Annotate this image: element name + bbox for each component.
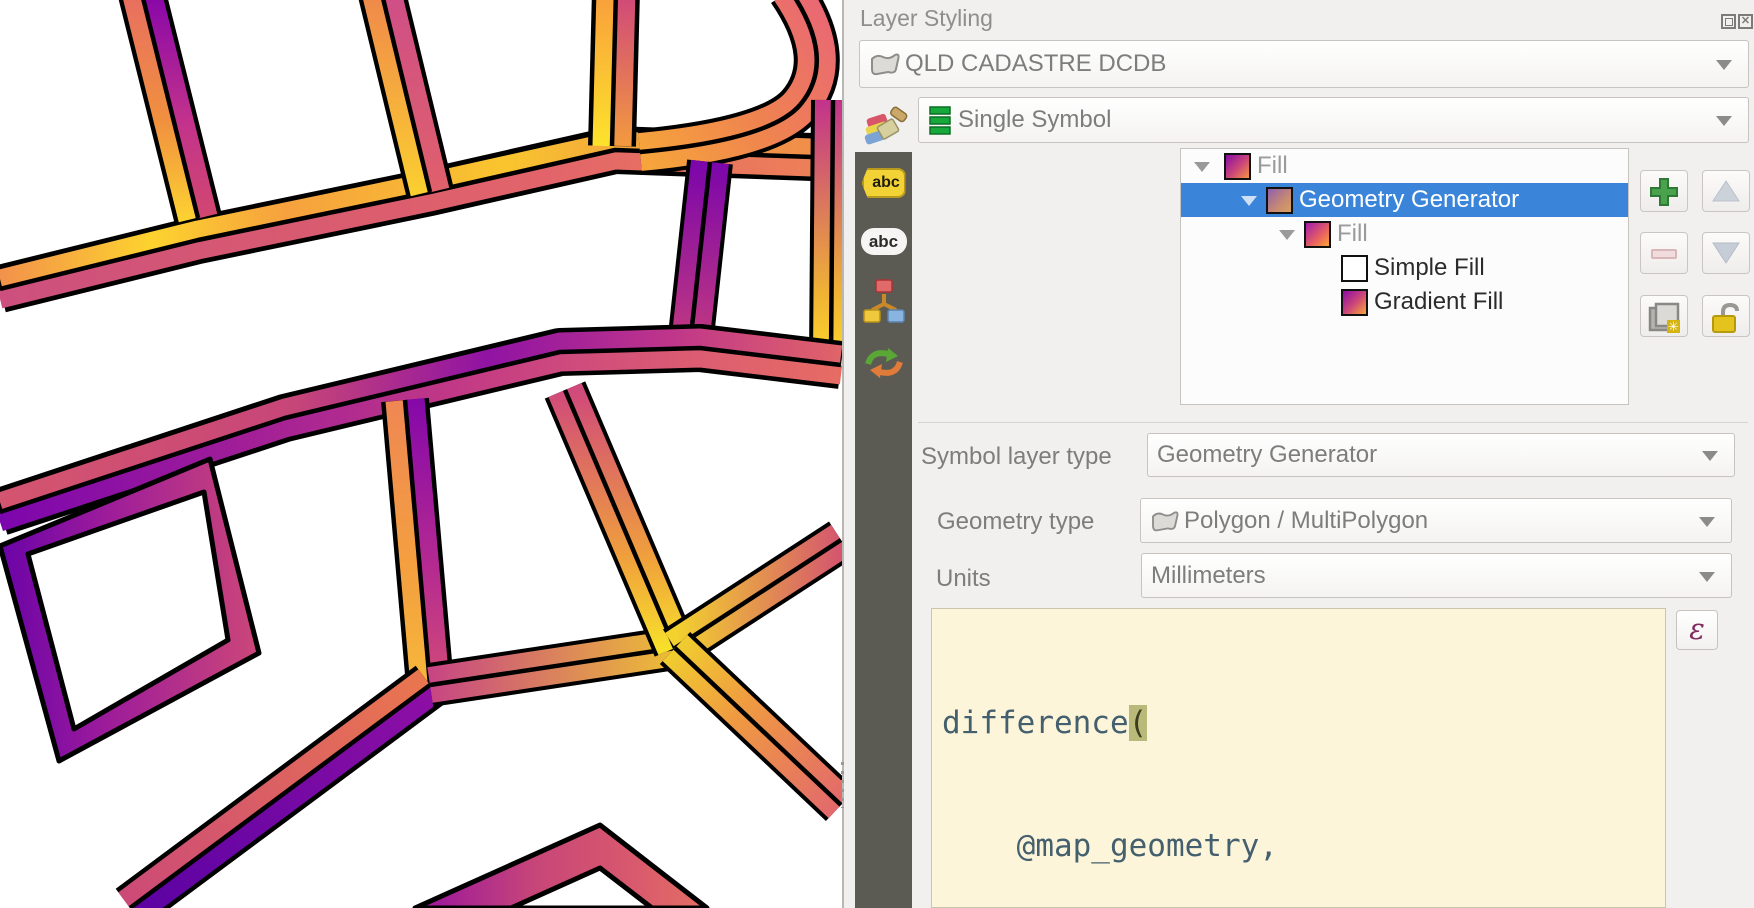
geometry-type-label: Geometry type	[937, 508, 1094, 536]
tab-masks[interactable]: abc	[861, 228, 907, 255]
symbol-layers-tree: Fill Geometry Generator Fill Simple Fill…	[1180, 148, 1629, 405]
tree-row-fill-root[interactable]: Fill	[1181, 149, 1628, 183]
styling-tab-strip: abc abc	[855, 152, 912, 908]
abc-tag-icon: abc	[872, 174, 900, 192]
tree-row-simple-fill[interactable]: Simple Fill	[1181, 251, 1628, 285]
svg-text:✳: ✳	[1668, 320, 1679, 334]
abc-cloud-icon: abc	[869, 232, 898, 252]
brushes-tree-icon	[860, 278, 908, 328]
expression-builder-button[interactable]: ε	[1676, 610, 1718, 650]
tab-history[interactable]	[862, 346, 906, 380]
gradient-fill-preview	[1341, 289, 1368, 316]
chevron-down-icon	[1716, 116, 1732, 126]
map-canvas[interactable]	[0, 0, 842, 908]
add-symbol-layer-button[interactable]	[1640, 170, 1688, 212]
tree-row-gradient-fill[interactable]: Gradient Fill	[1181, 285, 1628, 319]
open-padlock-icon	[1709, 302, 1743, 334]
polygon-geometry-icon	[1150, 509, 1180, 533]
expand-arrow-icon[interactable]	[1279, 230, 1295, 240]
chevron-down-icon	[1699, 572, 1715, 582]
section-divider	[918, 422, 1748, 423]
gradient-fill-preview	[1304, 221, 1331, 248]
tab-labels[interactable]: abc	[862, 168, 906, 198]
units-value: Millimeters	[1151, 562, 1266, 590]
chevron-down-icon	[1716, 60, 1732, 70]
layer-styling-panel: Layer Styling ✕ QLD CADASTRE DCDB	[844, 0, 1754, 908]
expand-arrow-icon[interactable]	[1194, 162, 1210, 172]
renderer-selector[interactable]: Single Symbol	[918, 97, 1749, 143]
move-down-button[interactable]	[1702, 232, 1750, 274]
up-arrow-icon	[1711, 177, 1741, 205]
tree-row-label: Fill	[1257, 152, 1288, 180]
minus-icon	[1649, 239, 1679, 269]
green-plus-icon	[1649, 177, 1679, 207]
qgis-window: Layer Styling ✕ QLD CADASTRE DCDB	[0, 0, 1754, 908]
undo-redo-arrows-icon	[862, 346, 906, 380]
duplicate-pages-icon: ✳	[1647, 302, 1681, 334]
tab-symbology[interactable]	[863, 102, 911, 146]
layer-selector-value: QLD CADASTRE DCDB	[905, 50, 1166, 78]
epsilon-icon: ε	[1689, 612, 1705, 646]
layer-selector[interactable]: QLD CADASTRE DCDB	[859, 40, 1749, 88]
simple-fill-preview	[1341, 255, 1368, 282]
symbol-layer-type-label: Symbol layer type	[921, 443, 1112, 471]
tree-row-label: Simple Fill	[1374, 254, 1485, 282]
single-symbol-icon	[928, 105, 952, 135]
move-up-button[interactable]	[1702, 170, 1750, 212]
lock-colors-button[interactable]	[1702, 295, 1750, 337]
duplicate-symbol-layer-button[interactable]: ✳	[1640, 295, 1688, 337]
tree-row-fill-child[interactable]: Fill	[1181, 217, 1628, 251]
chevron-down-icon	[1702, 451, 1718, 461]
tree-row-geometry-generator[interactable]: Geometry Generator	[1181, 183, 1628, 217]
geometry-type-value: Polygon / MultiPolygon	[1184, 507, 1428, 535]
expand-arrow-icon[interactable]	[1241, 196, 1257, 206]
tree-row-label: Fill	[1337, 220, 1368, 248]
cadastre-map-rendering	[0, 0, 842, 908]
symbol-layer-type-select[interactable]: Geometry Generator	[1147, 433, 1735, 477]
code-line: difference(	[942, 703, 1665, 744]
panel-title: Layer Styling	[860, 5, 993, 32]
units-select[interactable]: Millimeters	[1141, 553, 1732, 598]
float-panel-icon[interactable]	[1721, 14, 1736, 29]
remove-symbol-layer-button[interactable]	[1640, 232, 1688, 274]
down-arrow-icon	[1711, 239, 1741, 267]
chevron-down-icon	[1699, 517, 1715, 527]
tree-row-label: Gradient Fill	[1374, 288, 1503, 316]
units-label: Units	[936, 565, 991, 593]
gradient-fill-preview	[1224, 153, 1251, 180]
polygon-layer-icon	[869, 51, 901, 77]
code-line: @map_geometry,	[942, 826, 1665, 867]
geometry-generator-preview	[1266, 187, 1293, 214]
close-panel-icon[interactable]: ✕	[1738, 14, 1753, 29]
geometry-type-select[interactable]: Polygon / MultiPolygon	[1140, 498, 1732, 543]
symbol-layer-type-value: Geometry Generator	[1157, 441, 1377, 469]
paintbrush-icon	[863, 102, 911, 146]
tab-style-manager[interactable]	[860, 278, 908, 328]
tree-row-label: Geometry Generator	[1299, 186, 1519, 214]
geometry-expression-editor[interactable]: difference( @map_geometry, buffer(@map_g…	[931, 608, 1666, 908]
renderer-selector-value: Single Symbol	[958, 106, 1111, 134]
